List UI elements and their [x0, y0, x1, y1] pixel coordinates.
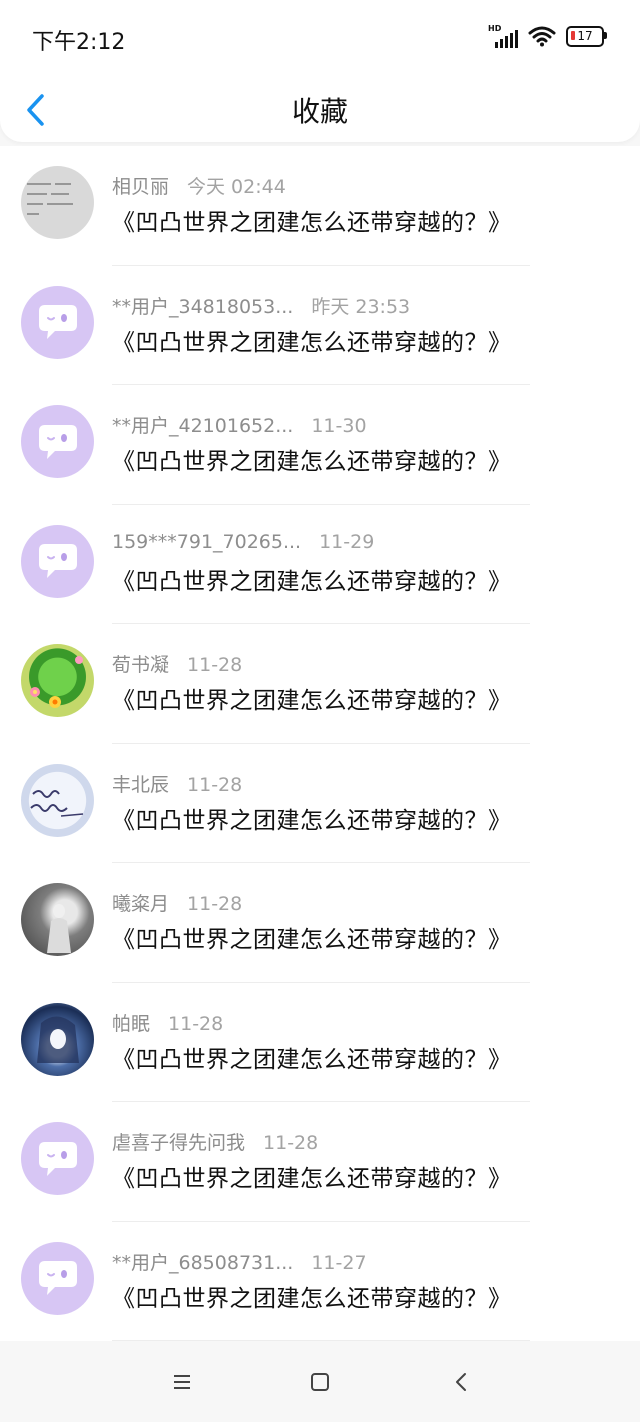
- date: 今天 02:44: [187, 176, 286, 198]
- list-item[interactable]: **用户_68508731... 11-27 《凹凸世界之团建怎么还带穿越的？》: [0, 1222, 640, 1341]
- avatar: [21, 763, 94, 837]
- favorite-title: 《凹凸世界之团建怎么还带穿越的？》: [112, 688, 512, 714]
- signal-icon: HD: [488, 24, 518, 48]
- favorites-list: 相贝丽 今天 02:44 《凹凸世界之团建怎么还带穿越的？》 **用户_34818…: [0, 146, 640, 1341]
- avatar: [21, 644, 94, 717]
- favorite-title: 《凹凸世界之团建怎么还带穿越的？》: [112, 807, 512, 834]
- battery-icon: 17: [566, 25, 607, 47]
- wifi-icon: [528, 25, 556, 47]
- list-item[interactable]: 159***791_70265... 11-29 《凹凸世界之团建怎么还带穿越的？…: [0, 505, 640, 624]
- battery-level: 17: [577, 29, 593, 43]
- username: 丰北辰: [112, 773, 170, 796]
- date: 11-30: [311, 415, 367, 437]
- avatar: [21, 883, 94, 956]
- back-triangle-icon[interactable]: [447, 1368, 475, 1396]
- username: 相贝丽: [112, 176, 170, 198]
- list-item[interactable]: 丰北辰 11-28 《凹凸世界之团建怎么还带穿越的？》: [0, 744, 640, 863]
- avatar: [21, 1002, 94, 1076]
- date: 11-28: [187, 773, 243, 796]
- username: 荀书凝: [112, 654, 170, 676]
- page-title: 收藏: [291, 95, 348, 128]
- list-item[interactable]: 相贝丽 今天 02:44 《凹凸世界之团建怎么还带穿越的？》: [0, 146, 640, 266]
- list-item[interactable]: 曦粢月 11-28 《凹凸世界之团建怎么还带穿越的？》: [0, 863, 640, 983]
- date: 11-29: [319, 530, 375, 553]
- username: **用户_68508731...: [112, 1251, 294, 1274]
- system-nav-bar: [0, 1342, 640, 1422]
- avatar: [21, 166, 94, 239]
- date: 11-27: [311, 1251, 367, 1274]
- default-avatar-icon: [21, 1241, 94, 1315]
- favorite-title: 《凹凸世界之团建怎么还带穿越的？》: [112, 210, 512, 236]
- date: 11-28: [187, 893, 243, 915]
- default-avatar-icon: [21, 1122, 94, 1195]
- default-avatar-icon: [21, 285, 94, 359]
- header-card: 下午2:12 HD 17 收藏: [0, 0, 640, 142]
- status-time: 下午2:12: [32, 30, 126, 55]
- list-item[interactable]: **用户_42101652... 11-30 《凹凸世界之团建怎么还带穿越的？》: [0, 385, 640, 505]
- username: 虐喜子得先问我: [112, 1132, 246, 1154]
- date: 11-28: [263, 1132, 319, 1154]
- favorite-title: 《凹凸世界之团建怎么还带穿越的？》: [112, 1285, 512, 1312]
- list-item[interactable]: 帕眠 11-28 《凹凸世界之团建怎么还带穿越的？》: [0, 983, 640, 1102]
- favorite-title: 《凹凸世界之团建怎么还带穿越的？》: [112, 1166, 512, 1192]
- date: 昨天 23:53: [311, 295, 411, 318]
- menu-icon[interactable]: [168, 1368, 196, 1396]
- list-item[interactable]: **用户_34818053... 昨天 23:53 《凹凸世界之团建怎么还带穿越的…: [0, 266, 640, 385]
- list-item[interactable]: 荀书凝 11-28 《凹凸世界之团建怎么还带穿越的？》: [0, 624, 640, 744]
- username: **用户_42101652...: [112, 415, 294, 437]
- divider: [112, 1340, 530, 1341]
- favorite-title: 《凹凸世界之团建怎么还带穿越的？》: [112, 449, 512, 475]
- favorite-title: 《凹凸世界之团建怎么还带穿越的？》: [112, 329, 512, 356]
- username: **用户_34818053...: [112, 295, 294, 318]
- home-square-icon[interactable]: [306, 1368, 334, 1396]
- default-avatar-icon: [21, 524, 94, 598]
- favorite-title: 《凹凸世界之团建怎么还带穿越的？》: [112, 1046, 512, 1073]
- favorite-title: 《凹凸世界之团建怎么还带穿越的？》: [112, 927, 512, 953]
- default-avatar-icon: [21, 405, 94, 478]
- date: 11-28: [168, 1012, 224, 1035]
- list-item[interactable]: 虐喜子得先问我 11-28 《凹凸世界之团建怎么还带穿越的？》: [0, 1102, 640, 1222]
- username: 曦粢月: [112, 893, 170, 915]
- username: 159***791_70265...: [112, 530, 302, 553]
- date: 11-28: [187, 654, 243, 676]
- username: 帕眠: [112, 1012, 151, 1035]
- status-icons: HD 17: [488, 24, 607, 48]
- favorite-title: 《凹凸世界之团建怎么还带穿越的？》: [112, 568, 512, 595]
